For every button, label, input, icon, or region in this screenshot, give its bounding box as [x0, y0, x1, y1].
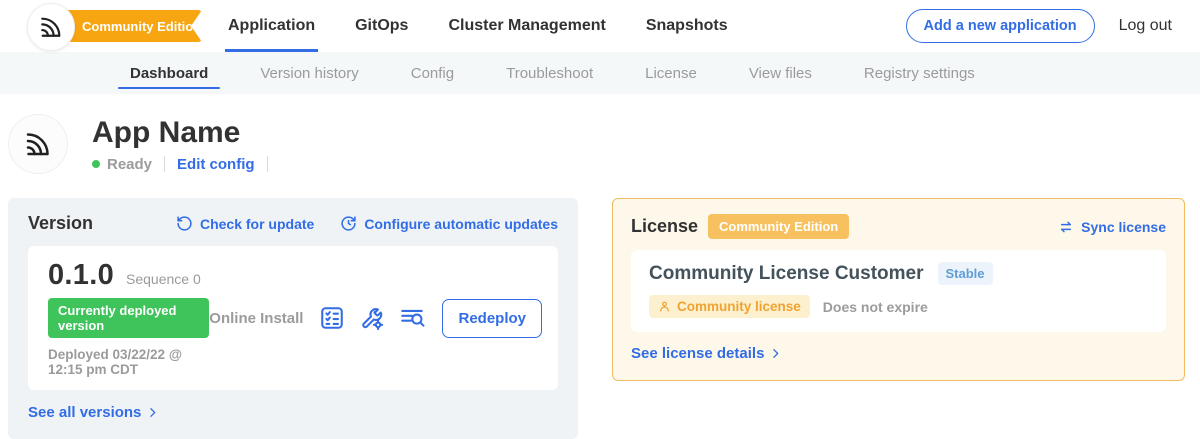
- divider: [267, 156, 268, 172]
- customer-name: Community License Customer: [649, 263, 924, 285]
- logout-link[interactable]: Log out: [1119, 17, 1172, 35]
- subnav-item-troubleshoot-label: Troubleshoot: [506, 65, 593, 82]
- nav-item-cluster-management[interactable]: Cluster Management: [448, 0, 605, 52]
- auto-update-clock-icon: [340, 215, 357, 232]
- expiration-text: Does not expire: [823, 299, 928, 315]
- see-license-details-label: See license details: [631, 345, 764, 362]
- person-icon: [658, 300, 671, 313]
- app-logo[interactable]: [27, 3, 75, 51]
- top-nav-right: Add a new application Log out: [906, 9, 1172, 43]
- version-card-actions: Check for update Configure automatic upd…: [176, 215, 558, 232]
- subnav-item-license-label: License: [645, 65, 697, 82]
- subnav-item-config-label: Config: [411, 65, 454, 82]
- status-text: Ready: [107, 156, 152, 173]
- subnav-item-view-files[interactable]: View files: [723, 52, 838, 94]
- nav-item-snapshots[interactable]: Snapshots: [646, 0, 728, 52]
- redeploy-button[interactable]: Redeploy: [442, 299, 542, 338]
- page-title: App Name: [92, 116, 268, 149]
- config-wrench-icon[interactable]: [359, 305, 385, 331]
- nav-item-snapshots-label: Snapshots: [646, 17, 728, 35]
- app-avatar: [8, 114, 68, 174]
- subnav-item-version-history-label: Version history: [260, 65, 358, 82]
- version-card-title: Version: [28, 213, 93, 234]
- version-actions: Online Install: [209, 299, 542, 338]
- deployed-timestamp: Deployed 03/22/22 @ 12:15 pm CDT: [48, 347, 209, 377]
- license-meta-row: Community license Does not expire: [649, 295, 1148, 318]
- customer-row: Community License Customer Stable: [649, 262, 1148, 285]
- license-type-label: Community license: [677, 299, 801, 314]
- sync-arrows-icon: [1058, 219, 1074, 235]
- edit-config-link[interactable]: Edit config: [177, 156, 255, 173]
- subnav-item-view-files-label: View files: [749, 65, 812, 82]
- app-status-row: Ready Edit config: [92, 156, 268, 173]
- nav-item-application[interactable]: Application: [228, 0, 315, 52]
- nav-item-gitops[interactable]: GitOps: [355, 0, 408, 52]
- app-header: App Name Ready Edit config: [8, 114, 1200, 174]
- community-edition-ribbon-label: Community Edition: [82, 19, 201, 34]
- sync-license-label: Sync license: [1081, 219, 1166, 235]
- configure-automatic-updates-link[interactable]: Configure automatic updates: [340, 215, 558, 232]
- license-card-head: License Community Edition Sync license: [631, 214, 1166, 239]
- preflight-checks-icon[interactable]: [319, 305, 345, 331]
- nav-item-cluster-management-label: Cluster Management: [448, 17, 605, 35]
- version-number-row: 0.1.0 Sequence 0: [48, 259, 209, 292]
- current-version-panel: 0.1.0 Sequence 0 Currently deployed vers…: [28, 246, 558, 390]
- top-nav-items: Application GitOps Cluster Management Sn…: [228, 0, 728, 52]
- subnav-item-registry-settings[interactable]: Registry settings: [838, 52, 1001, 94]
- subnav-item-version-history[interactable]: Version history: [234, 52, 384, 94]
- license-card-actions: Sync license: [1058, 219, 1166, 235]
- install-type-label: Online Install: [209, 310, 303, 327]
- sync-license-link[interactable]: Sync license: [1058, 219, 1166, 235]
- app-status: Ready: [92, 156, 152, 173]
- nav-item-gitops-label: GitOps: [355, 17, 408, 35]
- channel-badge: Stable: [938, 262, 993, 285]
- currently-deployed-badge: Currently deployed version: [48, 298, 209, 338]
- app-header-text: App Name Ready Edit config: [92, 116, 268, 173]
- subnav-item-dashboard-label: Dashboard: [130, 65, 208, 82]
- version-number: 0.1.0: [48, 259, 114, 292]
- license-type-badge: Community license: [649, 295, 810, 318]
- see-all-versions-label: See all versions: [28, 404, 141, 421]
- nav-item-application-label: Application: [228, 17, 315, 35]
- subnav-item-dashboard[interactable]: Dashboard: [104, 52, 234, 94]
- check-for-update-link[interactable]: Check for update: [176, 215, 314, 232]
- replicated-logo-icon: [37, 13, 65, 41]
- community-edition-badge: Community Edition: [708, 214, 849, 239]
- refresh-icon: [176, 215, 193, 232]
- replicated-logo-icon: [22, 128, 54, 160]
- license-card-title: License: [631, 216, 698, 237]
- see-license-details-link[interactable]: See license details: [631, 345, 782, 362]
- brand-area: Community Edition: [0, 0, 212, 52]
- version-card-head: Version Check for update: [28, 213, 558, 234]
- add-application-button[interactable]: Add a new application: [906, 9, 1095, 43]
- app-sub-navbar: Dashboard Version history Config Trouble…: [0, 52, 1200, 94]
- subnav-item-license[interactable]: License: [619, 52, 723, 94]
- top-navbar: Community Edition Application GitOps Clu…: [0, 0, 1200, 52]
- current-version-info: 0.1.0 Sequence 0 Currently deployed vers…: [48, 259, 209, 377]
- chevron-right-icon: [146, 406, 159, 419]
- subnav-item-registry-settings-label: Registry settings: [864, 65, 975, 82]
- see-all-versions-link[interactable]: See all versions: [28, 404, 159, 421]
- sequence-label: Sequence 0: [126, 271, 201, 287]
- subnav-item-troubleshoot[interactable]: Troubleshoot: [480, 52, 619, 94]
- version-card: Version Check for update: [8, 198, 578, 439]
- subnav-item-config[interactable]: Config: [385, 52, 480, 94]
- chevron-right-icon: [769, 347, 782, 360]
- status-dot-icon: [92, 160, 100, 168]
- check-for-update-label: Check for update: [200, 216, 314, 232]
- license-card: License Community Edition Sync license C…: [612, 198, 1185, 381]
- divider: [164, 156, 165, 172]
- license-details-panel: Community License Customer Stable Commun…: [631, 250, 1166, 332]
- dashboard-cards: Version Check for update: [8, 198, 1185, 439]
- deploy-logs-icon[interactable]: [399, 305, 425, 331]
- configure-automatic-updates-label: Configure automatic updates: [364, 216, 558, 232]
